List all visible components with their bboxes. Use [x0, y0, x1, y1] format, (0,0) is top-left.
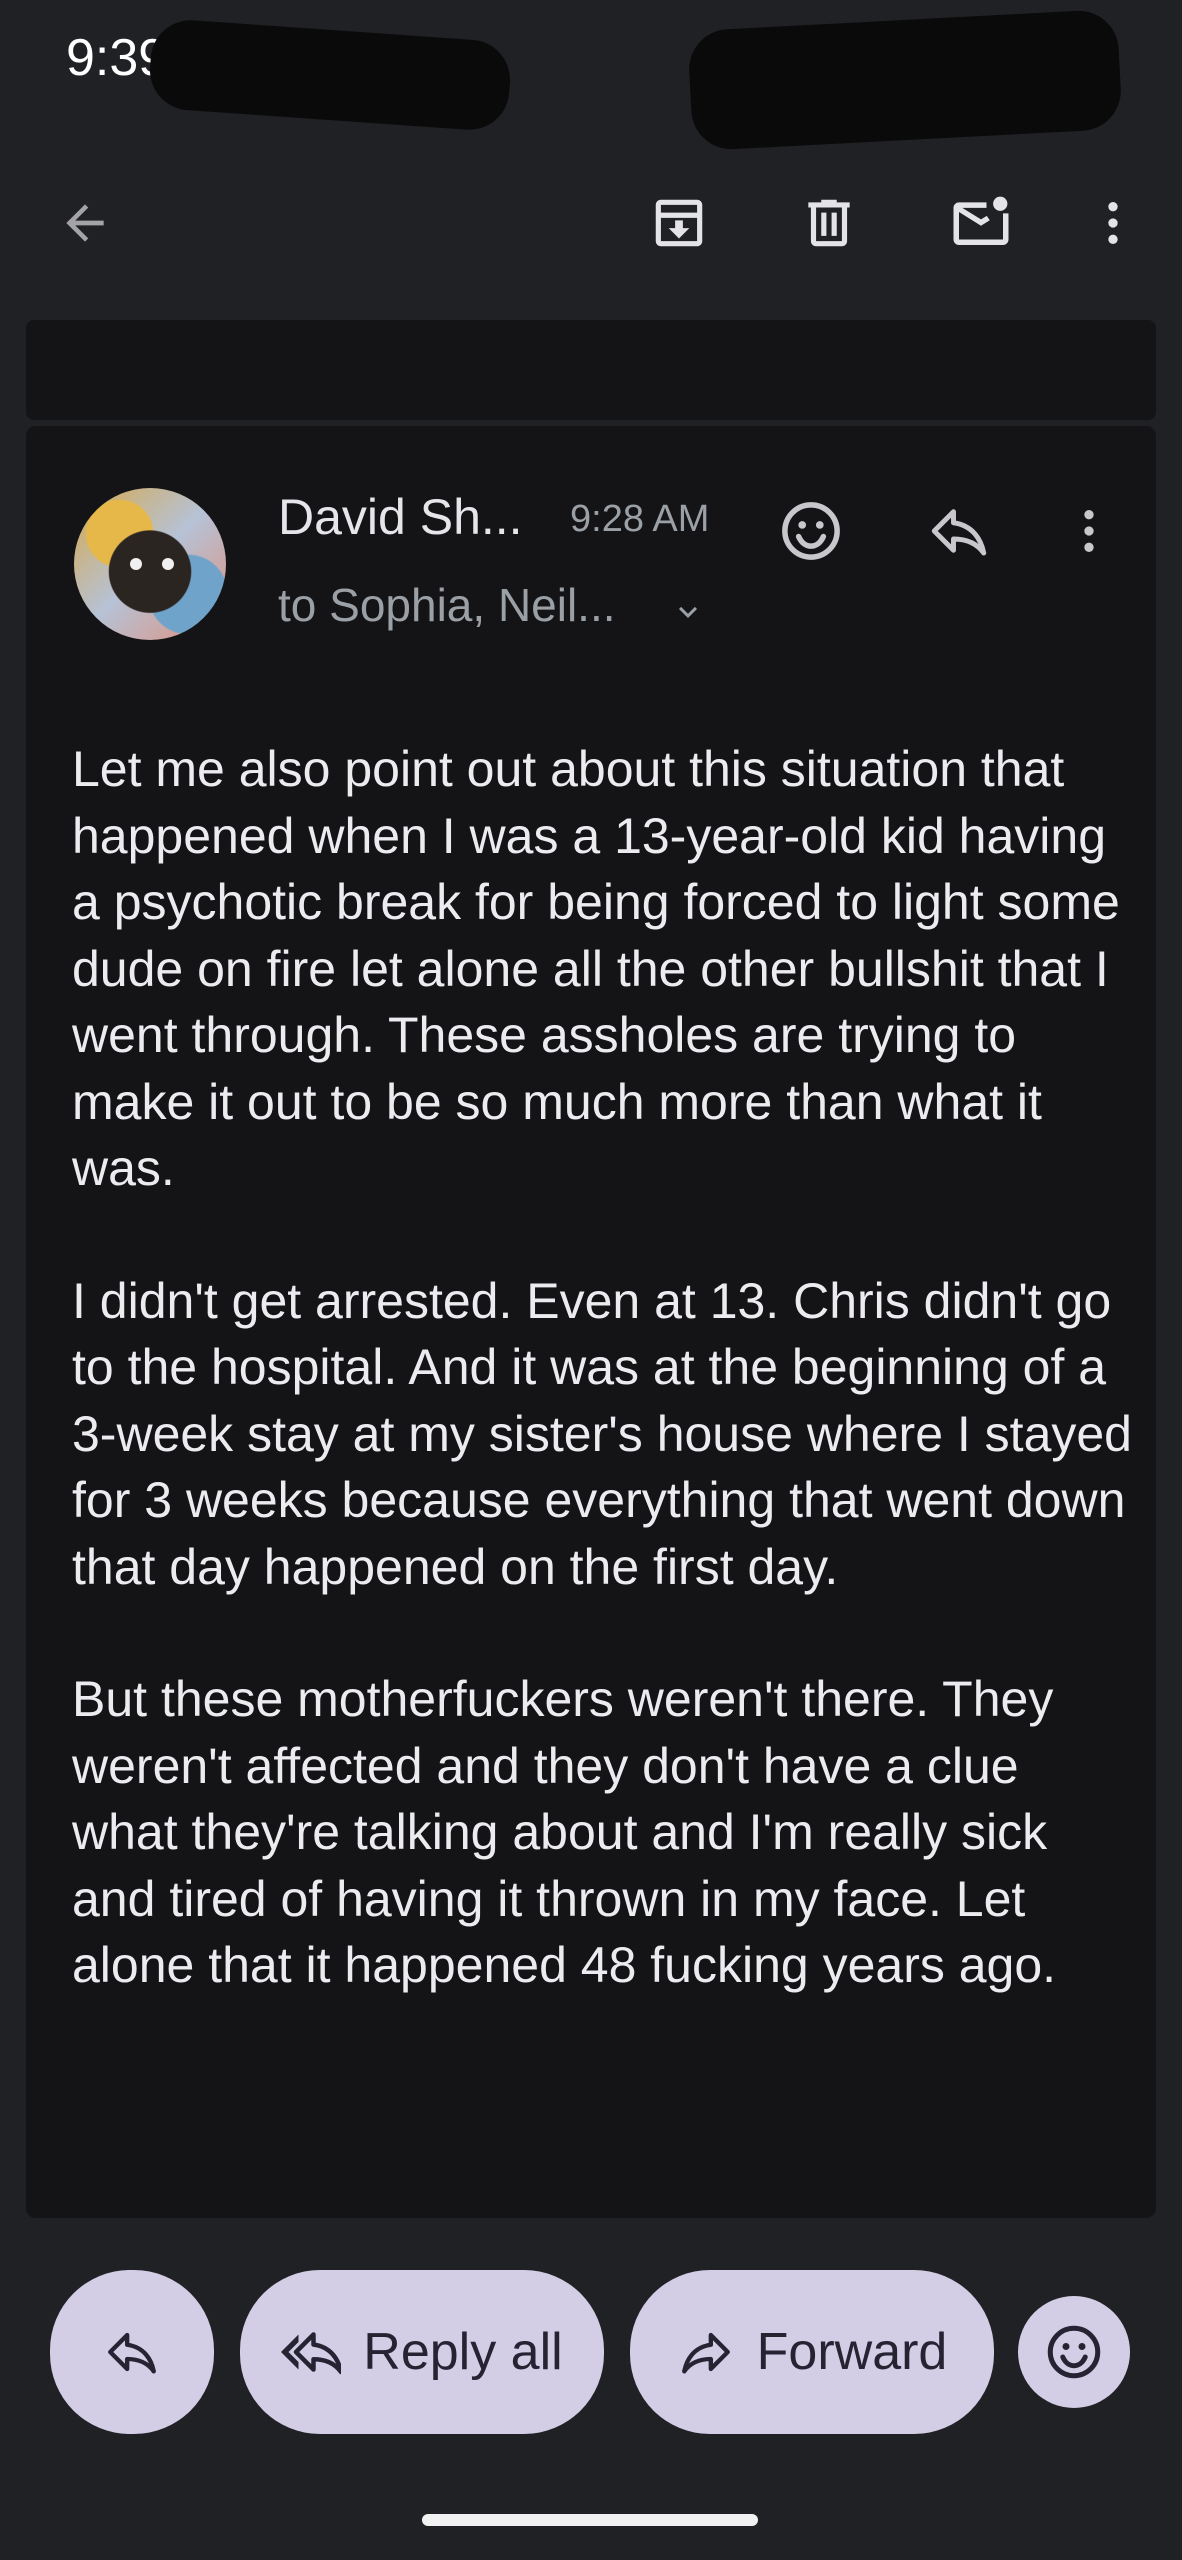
body-paragraph: Let me also point out about this situati…	[72, 741, 1120, 1196]
more-vert-icon	[1108, 202, 1118, 244]
reply-all-icon	[281, 2332, 342, 2375]
top-toolbar	[0, 150, 1182, 290]
arrow-back-icon	[66, 204, 104, 242]
forward-button[interactable]: Forward	[630, 2270, 994, 2434]
home-indicator[interactable]	[422, 2514, 758, 2526]
body-paragraph: But these motherfuckers weren't there. T…	[72, 1671, 1057, 1993]
sender-avatar[interactable]	[74, 488, 226, 640]
emoji-reaction-button[interactable]	[1018, 2296, 1130, 2408]
email-message-card: David Sh... 9:28 AM to Sophia, Neil... L…	[26, 426, 1156, 2218]
more-vert-icon	[1084, 510, 1094, 552]
reply-button[interactable]	[914, 486, 1004, 576]
forward-icon	[681, 2332, 730, 2374]
more-options-button[interactable]	[1068, 178, 1158, 268]
archive-icon	[655, 199, 703, 247]
archive-button[interactable]	[634, 178, 724, 268]
reply-all-label: Reply all	[363, 2323, 563, 2381]
sender-name[interactable]: David Sh...	[278, 488, 523, 546]
reply-action-button[interactable]	[50, 2270, 214, 2434]
email-body: Let me also point out about this situati…	[72, 736, 1132, 2065]
reply-all-button[interactable]: Reply all	[240, 2270, 604, 2434]
collapsed-message-card[interactable]	[26, 320, 1156, 420]
forward-label: Forward	[756, 2323, 948, 2381]
avatar-eye-right	[162, 558, 174, 570]
message-time: 9:28 AM	[570, 498, 710, 540]
body-paragraph: I didn't get arrested. Even at 13. Chris…	[72, 1272, 1132, 1595]
chevron-down-icon[interactable]	[670, 594, 706, 630]
emoji-icon	[1047, 2325, 1101, 2379]
recipients-line[interactable]: to Sophia, Neil...	[278, 578, 616, 632]
emoji-icon	[782, 502, 840, 560]
status-bar: 9:39	[0, 0, 1182, 152]
mark-unread-button[interactable]	[936, 178, 1026, 268]
back-button[interactable]	[40, 178, 130, 268]
reply-icon	[931, 509, 987, 556]
add-reaction-button[interactable]	[766, 486, 856, 576]
redaction-scribble-left	[147, 17, 513, 133]
message-more-button[interactable]	[1044, 486, 1134, 576]
reply-icon	[108, 2332, 156, 2374]
mail-unread-icon	[953, 196, 1009, 245]
avatar-eye-left	[130, 558, 142, 570]
trash-icon	[808, 199, 850, 247]
redaction-scribble-right	[687, 8, 1123, 152]
delete-button[interactable]	[784, 178, 874, 268]
